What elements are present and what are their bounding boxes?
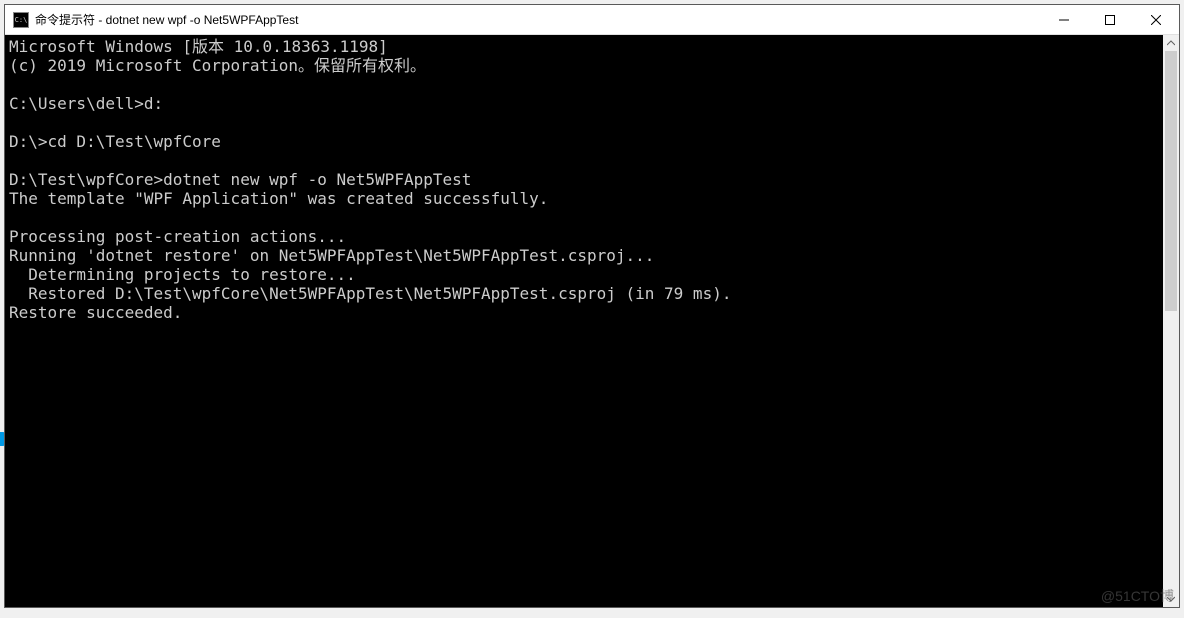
- terminal-output[interactable]: Microsoft Windows [版本 10.0.18363.1198] (…: [5, 35, 1163, 607]
- command-prompt-window: C:\ 命令提示符 - dotnet new wpf -o Net5WPFApp…: [4, 4, 1180, 608]
- scroll-up-button[interactable]: [1163, 35, 1179, 51]
- minimize-button[interactable]: [1041, 5, 1087, 34]
- minimize-icon: [1059, 15, 1069, 25]
- titlebar[interactable]: C:\ 命令提示符 - dotnet new wpf -o Net5WPFApp…: [5, 5, 1179, 35]
- maximize-button[interactable]: [1087, 5, 1133, 34]
- maximize-icon: [1105, 15, 1115, 25]
- chevron-up-icon: [1167, 39, 1175, 47]
- close-button[interactable]: [1133, 5, 1179, 34]
- terminal-area: Microsoft Windows [版本 10.0.18363.1198] (…: [5, 35, 1179, 607]
- vertical-scrollbar[interactable]: [1163, 35, 1179, 607]
- scrollbar-thumb[interactable]: [1165, 51, 1177, 311]
- close-icon: [1151, 15, 1161, 25]
- window-controls: [1041, 5, 1179, 34]
- window-title: 命令提示符 - dotnet new wpf -o Net5WPFAppTest: [35, 11, 1041, 28]
- watermark-text: @51CTO博: [1101, 586, 1174, 606]
- app-icon: C:\: [13, 12, 29, 28]
